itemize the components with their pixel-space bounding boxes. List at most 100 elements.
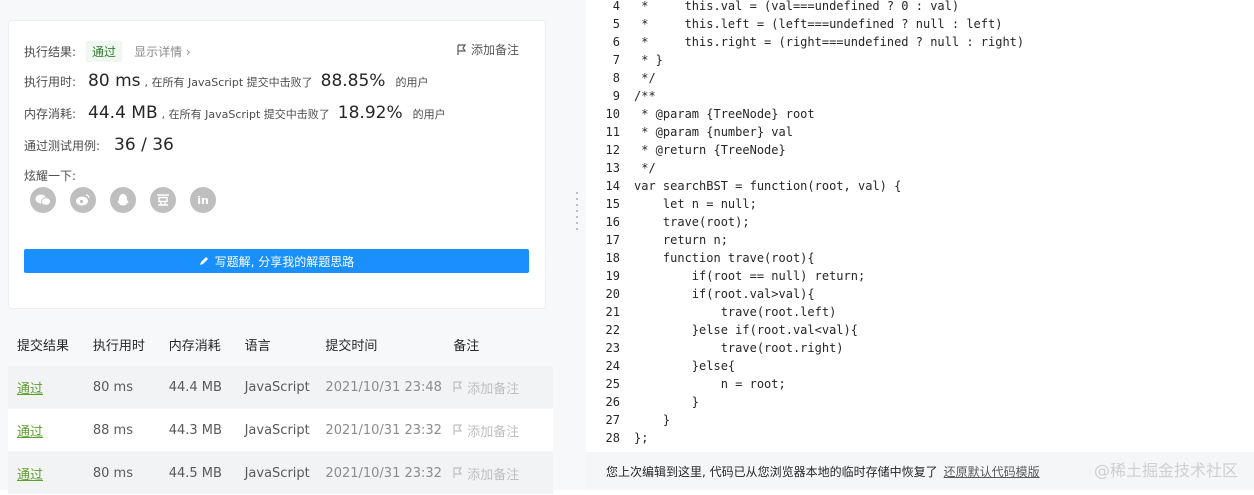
header-submitted: 提交时间	[325, 338, 378, 354]
line-number: 24	[605, 359, 620, 373]
code-line[interactable]: 15 let n = null;	[586, 195, 757, 213]
line-number: 10	[605, 107, 620, 121]
row-add-note-label: 添加备注	[467, 424, 520, 440]
code-line[interactable]: 19 if(root == null) return;	[586, 267, 866, 285]
tests-label: 通过测试用例:	[24, 139, 101, 153]
memory-beat-text: , 在所有 JavaScript 提交中击败了	[161, 108, 330, 121]
code-line[interactable]: 23 trave(root.right)	[586, 339, 844, 357]
panel-resize-handle[interactable]	[568, 0, 586, 490]
code-text: var searchBST = function(root, val) {	[634, 179, 902, 193]
qq-icon[interactable]	[110, 187, 136, 213]
code-line[interactable]: 13 */	[586, 159, 656, 177]
header-memory: 内存消耗	[168, 338, 221, 354]
code-line[interactable]: 4 * this.val = (val===undefined ? 0 : va…	[586, 0, 959, 15]
line-number: 19	[605, 269, 620, 283]
row-memory: 44.4 MB	[168, 379, 222, 395]
code-text: * this.left = (left===undefined ? null :…	[634, 17, 1003, 31]
tests-value: 36 / 36	[114, 135, 174, 155]
status-link[interactable]: 通过	[17, 382, 43, 397]
code-line[interactable]: 27 }	[586, 411, 671, 429]
code-text: }	[634, 395, 700, 409]
code-editor[interactable]: 4 * this.val = (val===undefined ? 0 : va…	[586, 0, 1254, 450]
row-memory: 44.5 MB	[168, 465, 222, 481]
restore-default-template-link[interactable]: 还原默认代码模版	[944, 463, 1040, 480]
watermark: @稀土掘金技术社区	[1093, 461, 1238, 480]
code-line[interactable]: 17 return n;	[586, 231, 728, 249]
linkedin-icon[interactable]: in	[190, 187, 216, 213]
code-line[interactable]: 24 }else{	[586, 357, 736, 375]
row-add-note-button[interactable]: 添加备注	[453, 378, 553, 397]
code-text: trave(root);	[634, 215, 750, 229]
pencil-icon	[199, 257, 208, 265]
table-row[interactable]: 通过 88 ms 44.3 MB JavaScript 2021/10/31 2…	[8, 409, 553, 451]
code-text: n = root;	[634, 377, 786, 391]
flag-icon	[453, 467, 463, 478]
code-line[interactable]: 16 trave(root);	[586, 213, 750, 231]
code-line[interactable]: 26 }	[586, 393, 699, 411]
code-line[interactable]: 12 * @return {TreeNode}	[586, 141, 786, 159]
line-number: 5	[612, 17, 620, 31]
show-details-link[interactable]: 显示详情 ›	[134, 43, 191, 60]
write-solution-button[interactable]: 写题解, 分享我的解题思路	[24, 249, 529, 273]
code-line[interactable]: 21 trave(root.left)	[586, 303, 837, 321]
line-number: 8	[612, 71, 620, 85]
line-number: 12	[605, 143, 620, 157]
row-language: JavaScript	[244, 379, 310, 395]
douban-icon[interactable]	[150, 187, 176, 213]
add-note-label: 添加备注	[470, 43, 519, 57]
table-header: 提交结果 执行用时 内存消耗 语言 提交时间 备注	[8, 322, 553, 366]
row-add-note-label: 添加备注	[467, 467, 520, 483]
code-line[interactable]: 8 */	[586, 69, 656, 87]
row-language: JavaScript	[244, 422, 310, 438]
code-line[interactable]: 18 function trave(root){	[586, 249, 815, 267]
code-line[interactable]: 22 }else if(root.val<val){	[586, 321, 858, 339]
code-line[interactable]: 14 var searchBST = function(root, val) {	[586, 177, 902, 195]
code-line[interactable]: 7 * }	[586, 51, 663, 69]
share-icons: in	[30, 187, 216, 213]
row-add-note-button[interactable]: 添加备注	[453, 421, 553, 440]
code-line[interactable]: 11 * @param {number} val	[586, 123, 793, 141]
status-link[interactable]: 通过	[17, 468, 43, 483]
drag-grip-icon	[576, 192, 578, 232]
weibo-icon[interactable]	[70, 187, 96, 213]
code-text: if(root.val>val){	[634, 287, 815, 301]
wechat-icon[interactable]	[30, 187, 56, 213]
code-line[interactable]: 9 /**	[586, 87, 656, 105]
memory-percentile: 18.92%	[337, 103, 403, 123]
code-line[interactable]: 5 * this.left = (left===undefined ? null…	[586, 15, 1003, 33]
status-link[interactable]: 通过	[17, 425, 43, 440]
table-row[interactable]: 通过 80 ms 44.5 MB JavaScript 2021/10/31 2…	[8, 452, 553, 494]
line-number: 7	[612, 53, 620, 67]
memory-label: 内存消耗:	[24, 107, 77, 121]
code-text: * @return {TreeNode}	[634, 143, 786, 157]
submission-result-panel: 执行结果: 通过 显示详情 › 添加备注 执行用时: 80 ms , 在所有 J…	[0, 0, 568, 494]
line-number: 6	[612, 35, 620, 49]
line-number: 4	[612, 0, 620, 13]
line-number: 23	[605, 341, 620, 355]
header-runtime: 执行用时	[92, 338, 145, 354]
code-text: }else{	[634, 359, 736, 373]
line-number: 20	[605, 287, 620, 301]
row-add-note-button[interactable]: 添加备注	[453, 464, 553, 483]
memory-row: 内存消耗: 44.4 MB , 在所有 JavaScript 提交中击败了 18…	[24, 103, 446, 123]
code-line[interactable]: 10 * @param {TreeNode} root	[586, 105, 815, 123]
write-solution-label: 写题解, 分享我的解题思路	[214, 254, 355, 269]
code-text: if(root == null) return;	[634, 269, 866, 283]
code-line[interactable]: 20 if(root.val>val){	[586, 285, 815, 303]
code-line[interactable]: 25 n = root;	[586, 375, 786, 393]
header-language: 语言	[244, 338, 271, 354]
code-text: * this.val = (val===undefined ? 0 : val)	[634, 0, 960, 13]
code-text: * this.right = (right===undefined ? null…	[634, 35, 1025, 49]
line-number: 15	[605, 197, 620, 211]
code-text: }else if(root.val<val){	[634, 323, 858, 337]
row-runtime: 80 ms	[92, 465, 133, 481]
table-row[interactable]: 通过 80 ms 44.4 MB JavaScript 2021/10/31 2…	[8, 366, 553, 408]
code-line[interactable]: 6 * this.right = (right===undefined ? nu…	[586, 33, 1024, 51]
memory-suffix: 的用户	[412, 108, 446, 121]
row-runtime: 80 ms	[92, 379, 133, 395]
share-label: 炫耀一下:	[24, 169, 77, 183]
tests-row: 通过测试用例: 36 / 36	[24, 135, 174, 155]
code-text: let n = null;	[634, 197, 757, 211]
code-line[interactable]: 28};	[586, 429, 649, 447]
add-note-button[interactable]: 添加备注	[457, 41, 519, 58]
